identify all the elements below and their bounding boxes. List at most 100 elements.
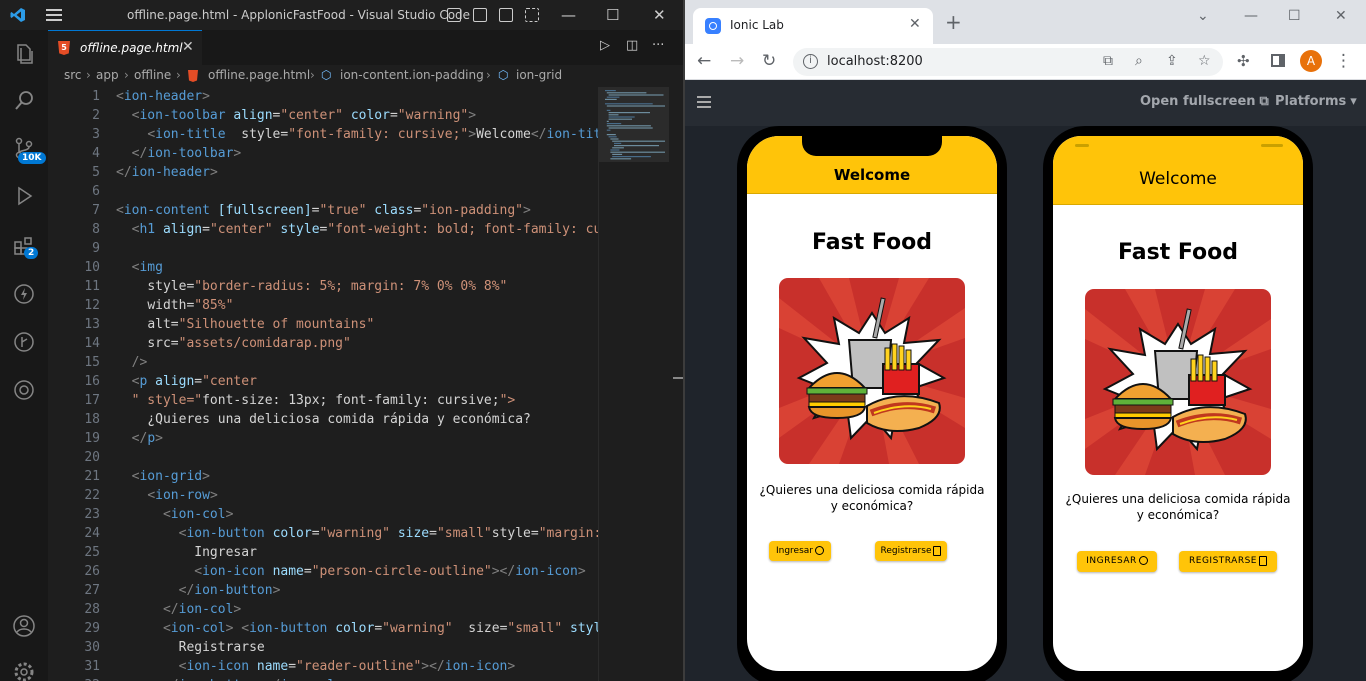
line-number: 22 bbox=[84, 488, 100, 503]
ios-registrarse-label: Registrarse bbox=[880, 546, 932, 556]
gitlens-icon[interactable] bbox=[12, 330, 36, 354]
code-line[interactable]: <ion-header> bbox=[116, 87, 210, 106]
chevron-right-icon: › bbox=[310, 68, 315, 82]
breadcrumb-file[interactable]: offline.page.html bbox=[208, 68, 310, 82]
forward-icon[interactable]: → bbox=[730, 51, 744, 71]
search-icon[interactable] bbox=[12, 89, 36, 113]
code-line[interactable]: <ion-row> bbox=[116, 486, 217, 505]
ios-registrarse-button[interactable]: Registrarse bbox=[875, 541, 947, 561]
menu-icon[interactable] bbox=[46, 8, 62, 22]
minimap-viewport[interactable] bbox=[599, 87, 669, 162]
code-line[interactable]: Ingresar bbox=[116, 543, 257, 562]
code-editor[interactable]: 1 <ion-header> 2 <ion-toolbar align="cente… bbox=[48, 87, 598, 681]
extensions-puzzle-icon[interactable]: ✣ bbox=[1237, 51, 1250, 71]
bookmark-star-icon[interactable]: ☆ bbox=[1198, 53, 1211, 69]
side-panel-icon[interactable] bbox=[1271, 54, 1285, 67]
ios-ingresar-button[interactable]: Ingresar bbox=[769, 541, 831, 561]
code-line[interactable]: <ion-toolbar align="center" color="warni… bbox=[116, 106, 476, 125]
breadcrumb-src[interactable]: src bbox=[64, 68, 82, 82]
code-line[interactable]: <ion-content [fullscreen]="true" class="… bbox=[116, 201, 531, 220]
split-editor-icon[interactable]: ◫ bbox=[626, 38, 638, 53]
code-line[interactable]: ¿Quieres una deliciosa comida rápida y e… bbox=[116, 410, 531, 429]
code-line[interactable]: </ion-button> bbox=[116, 581, 281, 600]
android-registrarse-button[interactable]: REGISTRARSE bbox=[1179, 551, 1277, 572]
platforms-dropdown[interactable]: Platforms ▾ bbox=[1275, 94, 1357, 109]
code-line[interactable]: <p align="center bbox=[116, 372, 257, 391]
minimize-button[interactable]: — bbox=[1244, 8, 1258, 24]
code-line[interactable]: <ion-grid> bbox=[116, 467, 210, 486]
translate-icon[interactable]: ⧉ bbox=[1103, 53, 1113, 69]
files-icon[interactable] bbox=[12, 42, 36, 66]
code-line[interactable]: alt="Silhouette of mountains" bbox=[116, 315, 374, 334]
address-bar[interactable]: i localhost:8200 ⧉ ⌕ ⇪ ☆ bbox=[793, 48, 1223, 76]
tab-offline-page-html[interactable]: 5 offline.page.html ✕ bbox=[48, 30, 202, 65]
code-line[interactable]: <h1 align="center" style="font-weight: b… bbox=[116, 220, 598, 239]
line-number: 13 bbox=[84, 317, 100, 332]
line-number: 3 bbox=[92, 127, 100, 142]
code-line[interactable]: <img bbox=[116, 258, 163, 277]
toggle-sidebar-icon[interactable] bbox=[447, 8, 461, 22]
code-line[interactable]: src="assets/comidarap.png" bbox=[116, 334, 351, 353]
maximize-button[interactable]: ☐ bbox=[606, 6, 619, 24]
line-number: 12 bbox=[84, 298, 100, 313]
tab-close-icon[interactable]: ✕ bbox=[909, 16, 921, 32]
code-line[interactable]: /> bbox=[116, 353, 148, 372]
breadcrumb: src › app › offline › offline.page.html … bbox=[48, 65, 683, 87]
share-icon[interactable]: ⇪ bbox=[1166, 53, 1178, 69]
tab-search-icon[interactable]: ⌄ bbox=[1197, 8, 1209, 24]
line-number: 15 bbox=[84, 355, 100, 370]
customize-layout-icon[interactable] bbox=[525, 8, 539, 22]
code-line[interactable]: <ion-icon name="person-circle-outline"><… bbox=[116, 562, 585, 581]
settings-gear-icon[interactable] bbox=[12, 660, 36, 681]
open-fullscreen-link[interactable]: Open fullscreen ⧉ bbox=[1140, 94, 1269, 109]
code-line[interactable]: Registrarse bbox=[116, 638, 265, 657]
tab-ionic-lab[interactable]: Ionic Lab ✕ bbox=[693, 8, 933, 44]
ios-paragraph: ¿Quieres una deliciosa comida rápida y e… bbox=[759, 483, 985, 513]
new-tab-button[interactable]: + bbox=[945, 12, 962, 32]
account-icon[interactable] bbox=[12, 614, 36, 638]
run-file-icon[interactable]: ▷ bbox=[600, 38, 610, 53]
code-line[interactable]: </ion-col> bbox=[116, 600, 241, 619]
reload-icon[interactable]: ↻ bbox=[762, 51, 776, 71]
line-number: 30 bbox=[84, 640, 100, 655]
breadcrumb-ion-grid[interactable]: ion-grid bbox=[516, 68, 562, 82]
ionic-bolt-icon[interactable] bbox=[12, 282, 36, 306]
lab-menu-icon[interactable] bbox=[697, 96, 711, 108]
code-line[interactable]: </p> bbox=[116, 429, 163, 448]
editor-scrollbar[interactable] bbox=[670, 87, 683, 681]
code-line[interactable]: <ion-button color="warning" size="small"… bbox=[116, 524, 598, 543]
zoom-icon[interactable]: ⌕ bbox=[1135, 53, 1143, 69]
back-icon[interactable]: ← bbox=[697, 51, 711, 71]
tab-close-icon[interactable]: ✕ bbox=[182, 39, 194, 55]
remote-explorer-icon[interactable] bbox=[12, 378, 36, 402]
code-line[interactable]: style="border-radius: 5%; margin: 7% 0% … bbox=[116, 277, 507, 296]
code-line[interactable]: </ion-toolbar> bbox=[116, 144, 242, 163]
profile-avatar[interactable]: A bbox=[1300, 50, 1322, 72]
site-info-icon[interactable]: i bbox=[803, 54, 818, 69]
breadcrumb-offline[interactable]: offline bbox=[134, 68, 171, 82]
code-line[interactable]: <ion-col> bbox=[116, 505, 233, 524]
code-line[interactable]: <ion-col> <ion-button color="warning" si… bbox=[116, 619, 598, 638]
chrome-menu-icon[interactable]: ⋮ bbox=[1335, 51, 1352, 71]
close-button[interactable]: ✕ bbox=[653, 6, 666, 24]
code-line[interactable]: width="85%" bbox=[116, 296, 233, 315]
chrome-window: Ionic Lab ✕ + ⌄ — ☐ ✕ ← → ↻ i localhost:… bbox=[685, 0, 1366, 681]
run-debug-icon[interactable] bbox=[12, 184, 36, 208]
window-title: offline.page.html - ApplonicFastFood - V… bbox=[127, 8, 471, 22]
minimap[interactable] bbox=[598, 87, 669, 681]
code-line[interactable]: </ion-header> bbox=[116, 163, 218, 182]
android-ingresar-button[interactable]: INGRESAR bbox=[1077, 551, 1157, 572]
toggle-panel-icon[interactable] bbox=[473, 8, 487, 22]
code-line[interactable]: <ion-title style="font-family: cursive;"… bbox=[116, 125, 598, 144]
minimize-button[interactable]: — bbox=[561, 6, 576, 24]
maximize-button[interactable]: ☐ bbox=[1288, 8, 1301, 24]
close-button[interactable]: ✕ bbox=[1335, 8, 1347, 24]
more-actions-icon[interactable]: ··· bbox=[652, 38, 664, 53]
toggle-secondary-sidebar-icon[interactable] bbox=[499, 8, 513, 22]
line-number: 7 bbox=[92, 203, 100, 218]
breadcrumb-ion-content[interactable]: ion-content.ion-padding bbox=[340, 68, 484, 82]
code-line[interactable]: </ion-button></ion-col> bbox=[116, 676, 343, 681]
breadcrumb-app[interactable]: app bbox=[96, 68, 119, 82]
code-line[interactable]: " style="font-size: 13px; font-family: c… bbox=[116, 391, 516, 410]
code-line[interactable]: <ion-icon name="reader-outline"></ion-ic… bbox=[116, 657, 516, 676]
